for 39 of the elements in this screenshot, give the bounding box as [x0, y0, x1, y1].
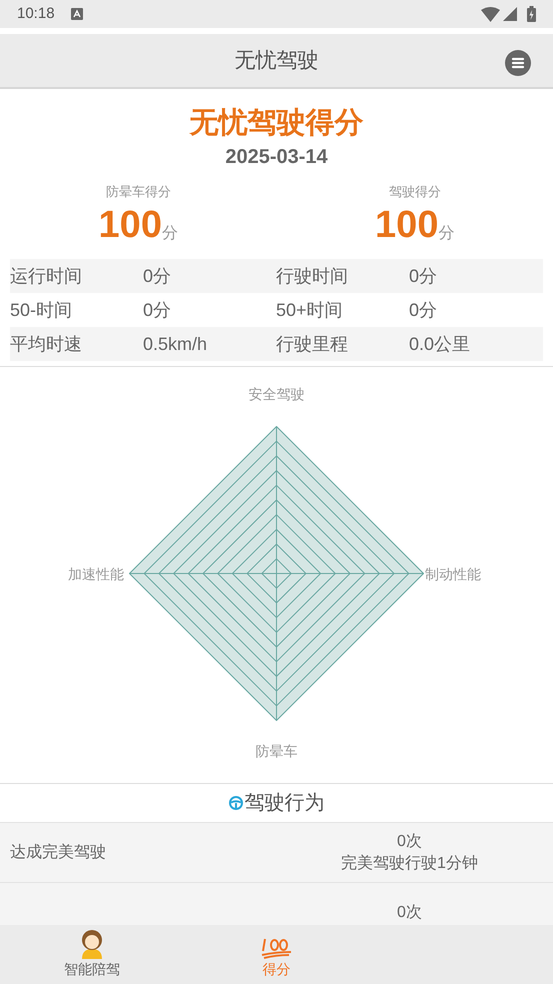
wifi-icon [481, 6, 500, 22]
score-unit: 分 [438, 224, 454, 244]
stat-label: 50+时间 [276, 298, 344, 322]
stat-value: 0分 [143, 264, 172, 288]
stat-label: 行驶时间 [276, 264, 349, 288]
battery-icon [527, 6, 536, 22]
axis-label: 加速性能 [68, 565, 124, 584]
header-title: 无忧驾驶 [234, 48, 318, 74]
stat-value: 0分 [409, 264, 438, 288]
behavior-note: 完美驾驶行驶1分钟 [341, 854, 478, 874]
keyboard-icon [70, 8, 83, 20]
score-unit: 分 [162, 224, 178, 244]
score-title: 无忧驾驶得分 [190, 106, 364, 141]
stat-label: 平均时速 [10, 332, 83, 356]
axis-label: 制动性能 [425, 565, 481, 584]
menu-icon[interactable] [505, 50, 531, 76]
score-date: 2025-03-14 [225, 145, 328, 170]
stat-value: 0.5km/h [143, 332, 208, 356]
signal-icon [503, 7, 517, 21]
behavior-count: 0次 [397, 902, 422, 922]
axis-label: 防晕车 [254, 742, 298, 761]
stat-label: 运行时间 [10, 264, 83, 288]
stat-value: 0分 [409, 298, 438, 322]
nav-tab[interactable]: 智能陪驾 [0, 925, 184, 984]
status-time: 10:18 [17, 4, 55, 24]
stat-label: 50-时间 [10, 298, 74, 322]
score-label: 驾驶得分 [388, 183, 441, 201]
axis-label: 安全驾驶 [248, 385, 306, 404]
score-value: 100 [375, 205, 438, 245]
behavior-label: 达成完美驾驶 [10, 844, 106, 860]
stat-label: 行驶里程 [276, 332, 349, 356]
stat-value: 0分 [143, 298, 172, 322]
behavior-count: 0次 [397, 832, 422, 852]
nav-tab[interactable]: 得分 [184, 925, 369, 984]
score-value: 100 [98, 205, 162, 245]
steering-wheel-icon [228, 796, 242, 810]
stat-value: 0.0公里 [409, 332, 472, 356]
score-label: 防晕车得分 [106, 183, 171, 201]
section-title: 驾驶行为 [244, 791, 324, 816]
